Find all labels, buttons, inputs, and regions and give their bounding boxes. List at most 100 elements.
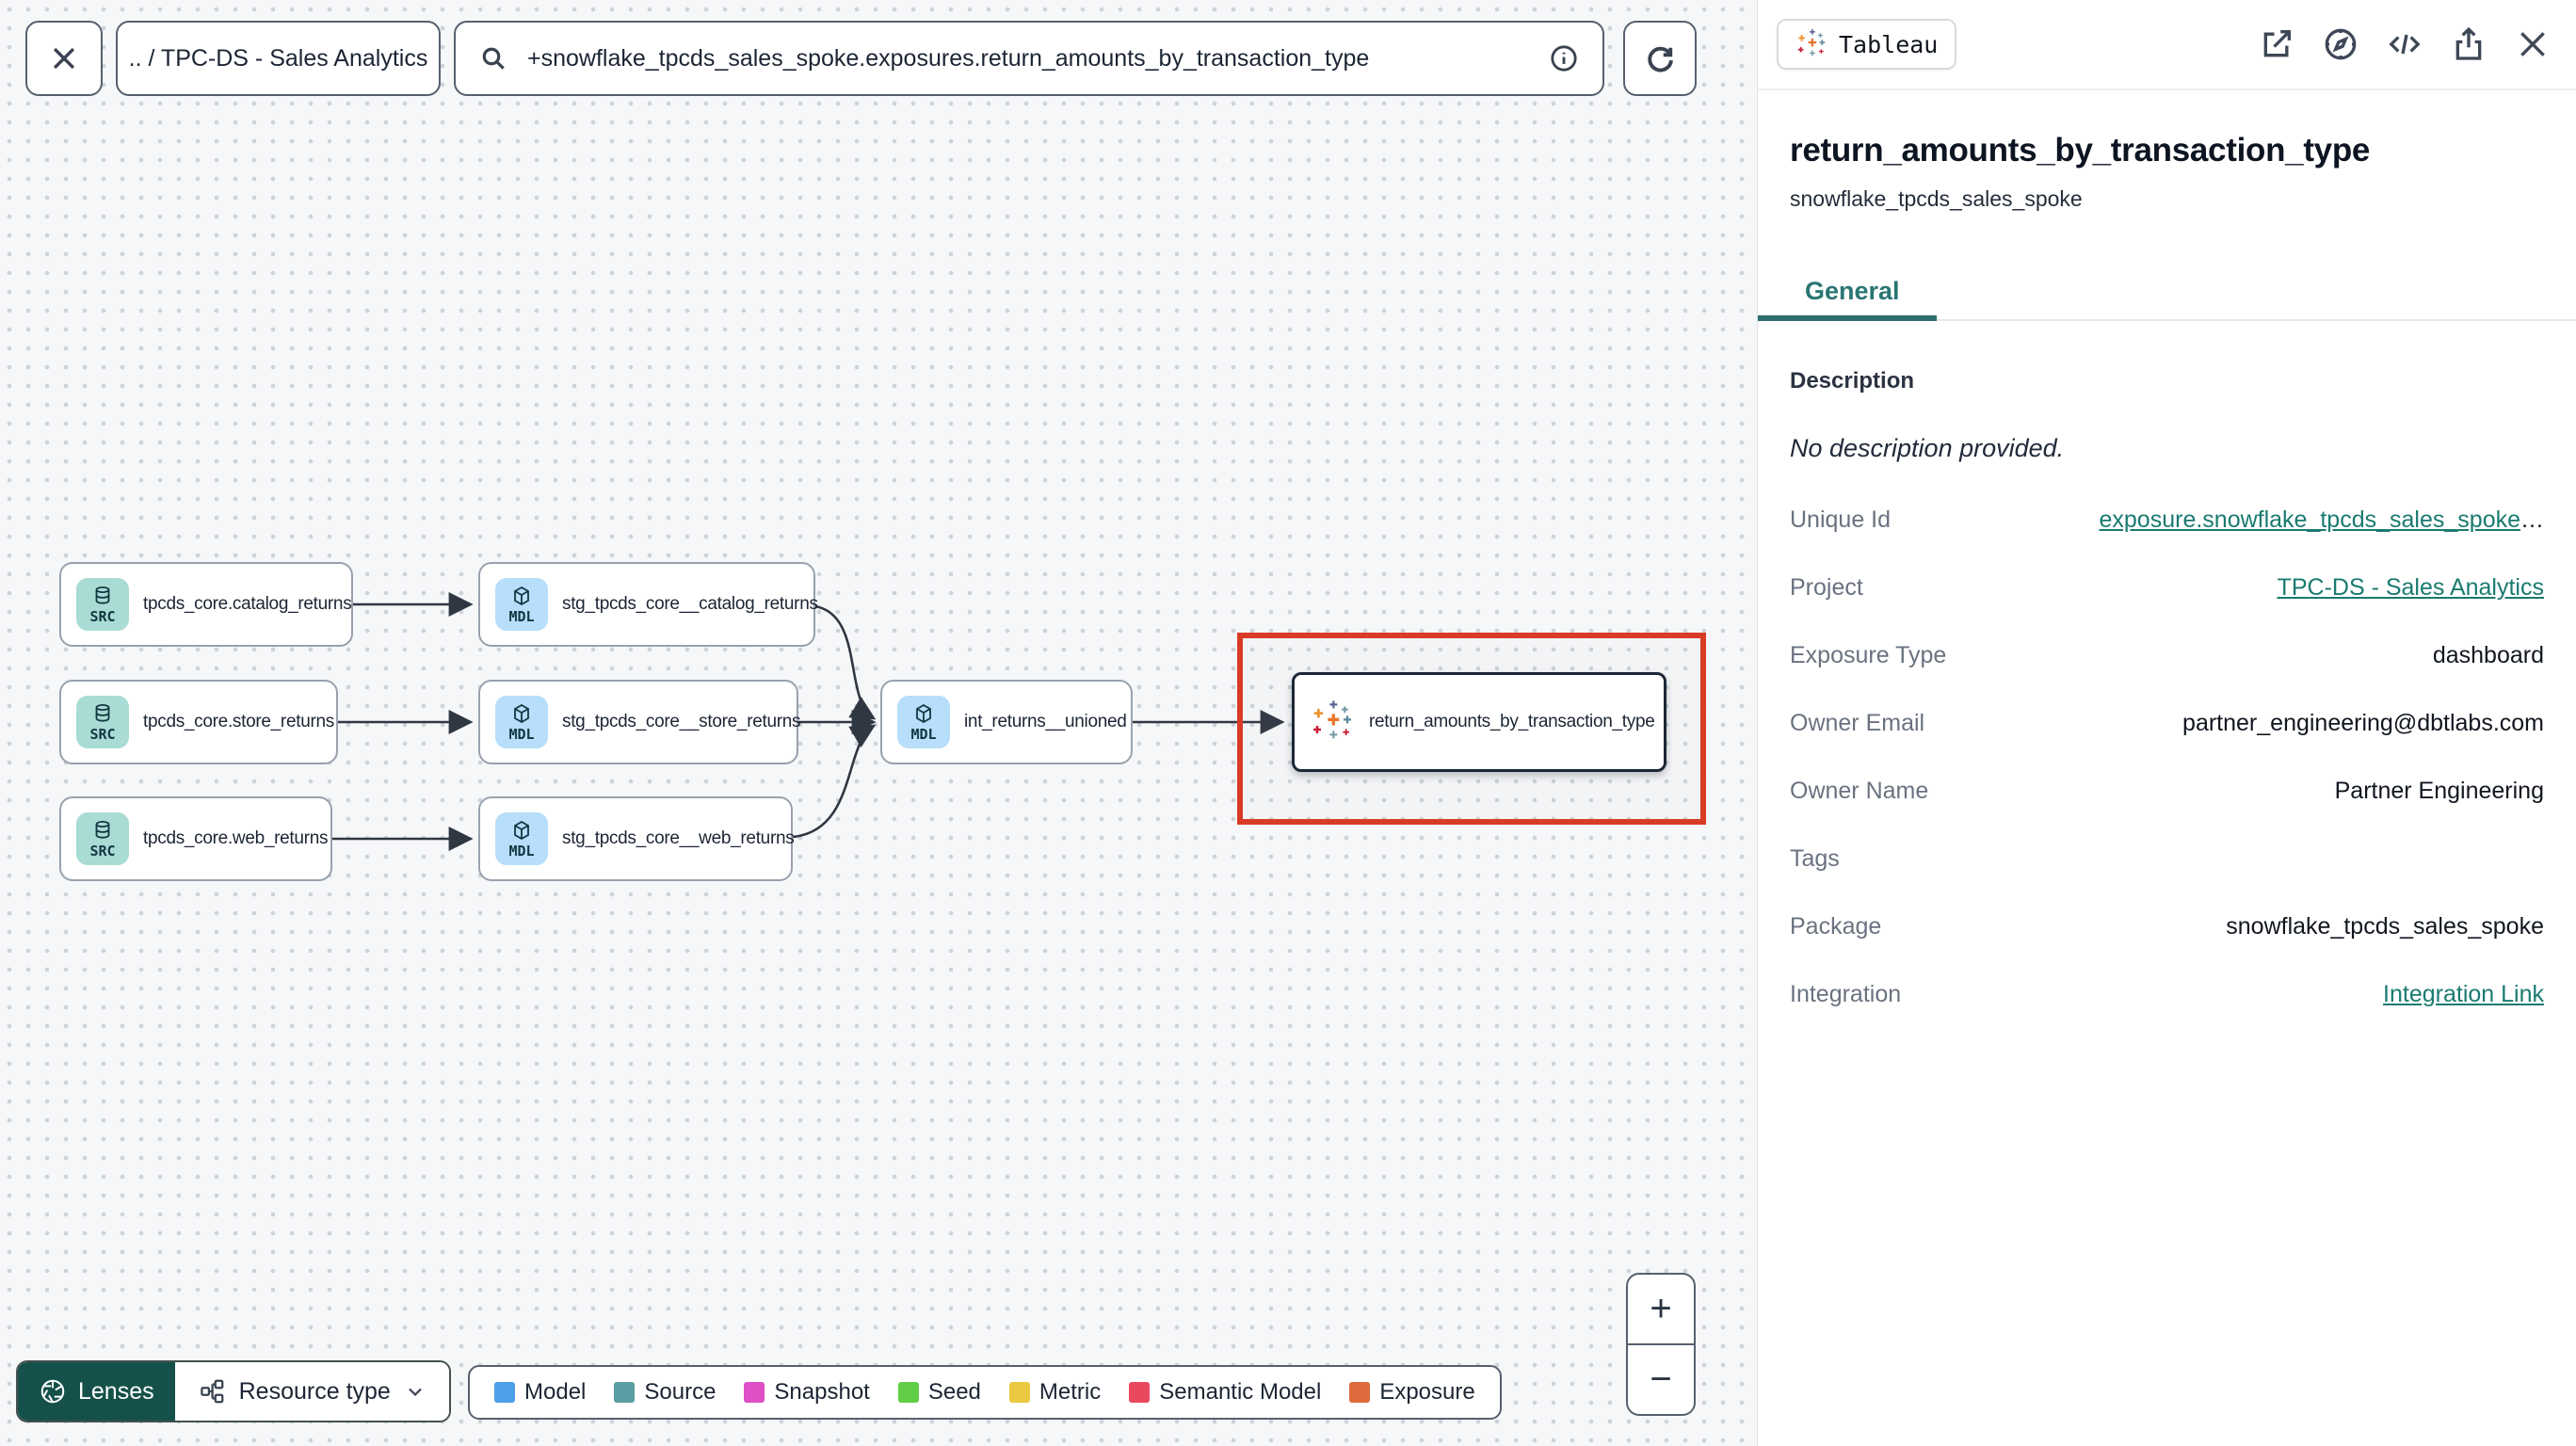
badge-label: SRC	[89, 842, 116, 860]
snapshot-swatch	[744, 1382, 765, 1403]
lineage-node-source-catalog-returns[interactable]: SRC tpcds_core.catalog_returns	[59, 562, 353, 647]
breadcrumb-label: .. / TPC-DS - Sales Analytics	[128, 44, 428, 72]
magnifier-icon	[482, 47, 505, 70]
panel-title-block: return_amounts_by_transaction_type snowf…	[1758, 90, 2576, 212]
cube-icon	[514, 586, 529, 605]
cube-icon	[916, 703, 931, 723]
lineage-search-bar[interactable]	[454, 21, 1604, 96]
active-tab-underline	[1758, 315, 1937, 321]
node-label: tpcds_core.store_returns	[143, 712, 334, 731]
panel-header: Tableau	[1758, 0, 2576, 90]
lenses-button[interactable]: Lenses	[18, 1362, 175, 1421]
exposure-platform-badge: Tableau	[1777, 19, 1957, 70]
close-x-icon	[2520, 32, 2545, 56]
package-value: snowflake_tpcds_sales_spoke	[2226, 913, 2544, 940]
model-badge: MDL	[495, 812, 548, 865]
field-row-exposure-type: Exposure Type dashboard	[1790, 642, 2544, 668]
model-badge: MDL	[897, 696, 950, 748]
panel-general-content: Description No description provided. Uni…	[1758, 321, 2576, 1007]
exposure-swatch	[1349, 1382, 1371, 1403]
dbt-explorer-lineage-app: { "toolbar": { "breadcrumb": ".. / TPC-D…	[0, 0, 2576, 1446]
node-label: tpcds_core.web_returns	[143, 828, 329, 848]
tableau-logo-icon	[1797, 28, 1826, 56]
semantic-model-swatch	[1129, 1382, 1151, 1403]
lineage-node-stg-catalog-returns[interactable]: MDL stg_tpcds_core__catalog_returns	[478, 562, 818, 647]
info-circle-icon[interactable]	[1548, 42, 1580, 74]
resource-graph-icon	[200, 1379, 223, 1404]
share-button[interactable]	[2450, 25, 2487, 63]
owner-name-value: Partner Engineering	[2334, 778, 2544, 804]
field-row-integration: Integration Integration Link	[1790, 981, 2544, 1007]
close-lineage-button[interactable]	[25, 21, 103, 96]
external-link-icon	[2263, 30, 2291, 57]
code-icon	[2389, 34, 2421, 55]
breadcrumb[interactable]: .. / TPC-DS - Sales Analytics	[116, 21, 441, 96]
lineage-node-stg-web-returns[interactable]: MDL stg_tpcds_core__web_returns	[478, 796, 795, 881]
database-icon	[95, 703, 110, 722]
canvas-zoom-controls: + −	[1626, 1273, 1696, 1416]
unique-id-link[interactable]: exposure.snowflake_tpcds_sales_spoke	[2100, 506, 2521, 533]
metric-swatch	[1008, 1382, 1030, 1403]
aperture-icon	[40, 1379, 65, 1404]
search-input[interactable]	[525, 43, 1548, 73]
node-label: tpcds_core.catalog_returns	[143, 594, 352, 614]
explore-button[interactable]	[2322, 25, 2359, 63]
source-badge: SRC	[76, 812, 129, 865]
tab-general-label: General	[1805, 276, 1900, 305]
field-row-owner-name: Owner Name Partner Engineering	[1790, 778, 2544, 804]
database-icon	[95, 820, 110, 839]
node-label: stg_tpcds_core__catalog_returns	[562, 594, 818, 614]
node-label: return_amounts_by_transaction_type	[1369, 712, 1655, 731]
close-x-icon	[53, 47, 75, 70]
lenses-label: Lenses	[78, 1377, 154, 1405]
zoom-out-button[interactable]: −	[1628, 1345, 1694, 1414]
zoom-in-button[interactable]: +	[1628, 1275, 1694, 1345]
description-heading: Description	[1790, 368, 1915, 394]
exposure-type-value: dashboard	[2432, 642, 2544, 668]
node-title: return_amounts_by_transaction_type	[1790, 132, 2371, 169]
lineage-node-exposure-return-amounts[interactable]: return_amounts_by_transaction_type	[1292, 672, 1666, 772]
lenses-control[interactable]: Lenses Resource type	[16, 1360, 451, 1422]
resource-type-dropdown[interactable]: Resource type	[174, 1362, 449, 1421]
legend-item-semantic-model: Semantic Model	[1129, 1379, 1321, 1406]
owner-email-value: partner_engineering@dbtlabs.com	[2182, 710, 2544, 736]
integration-link[interactable]: Integration Link	[2383, 981, 2544, 1007]
legend-item-source: Source	[614, 1379, 716, 1406]
resource-type-legend: Model Source Snapshot Seed Metric Semant…	[468, 1365, 1502, 1420]
node-label: stg_tpcds_core__web_returns	[562, 828, 795, 848]
lineage-node-stg-store-returns[interactable]: MDL stg_tpcds_core__store_returns	[478, 680, 801, 764]
lineage-node-source-web-returns[interactable]: SRC tpcds_core.web_returns	[59, 796, 332, 881]
badge-label: SRC	[89, 725, 116, 743]
badge-label: MDL	[508, 607, 535, 625]
field-row-unique-id: Unique Id exposure.snowflake_tpcds_sales…	[1790, 506, 2544, 533]
close-panel-button[interactable]	[2514, 25, 2552, 63]
platform-badge-label: Tableau	[1839, 30, 1939, 58]
panel-header-actions	[2258, 25, 2552, 63]
field-row-owner-email: Owner Email partner_engineering@dbtlabs.…	[1790, 710, 2544, 736]
legend-item-snapshot: Snapshot	[744, 1379, 870, 1406]
database-icon	[95, 586, 110, 604]
node-label: stg_tpcds_core__store_returns	[562, 712, 801, 731]
badge-label: MDL	[508, 725, 535, 743]
lineage-node-int-returns-unioned[interactable]: MDL int_returns__unioned	[880, 680, 1133, 764]
legend-item-seed: Seed	[897, 1379, 981, 1406]
legend-item-metric: Metric	[1008, 1379, 1101, 1406]
model-badge: MDL	[495, 578, 548, 631]
field-row-package: Package snowflake_tpcds_sales_spoke	[1790, 913, 2544, 940]
lineage-canvas[interactable]: SRC tpcds_core.catalog_returns SRC tpcds…	[0, 0, 1757, 1446]
refresh-lineage-button[interactable]	[1623, 21, 1697, 96]
badge-label: MDL	[508, 842, 535, 860]
source-badge: SRC	[76, 696, 129, 748]
compass-icon	[2325, 28, 2357, 60]
lineage-node-source-store-returns[interactable]: SRC tpcds_core.store_returns	[59, 680, 338, 764]
cube-icon	[514, 703, 529, 723]
project-link[interactable]: TPC-DS - Sales Analytics	[2278, 574, 2544, 601]
open-external-button[interactable]	[2258, 25, 2295, 63]
tab-general[interactable]: General	[1758, 265, 1947, 317]
source-swatch	[614, 1382, 636, 1403]
view-code-button[interactable]	[2386, 25, 2423, 63]
badge-label: SRC	[89, 607, 116, 625]
panel-tabs: General	[1758, 265, 2576, 321]
badge-label: MDL	[910, 725, 937, 743]
chevron-down-icon	[409, 1388, 422, 1397]
